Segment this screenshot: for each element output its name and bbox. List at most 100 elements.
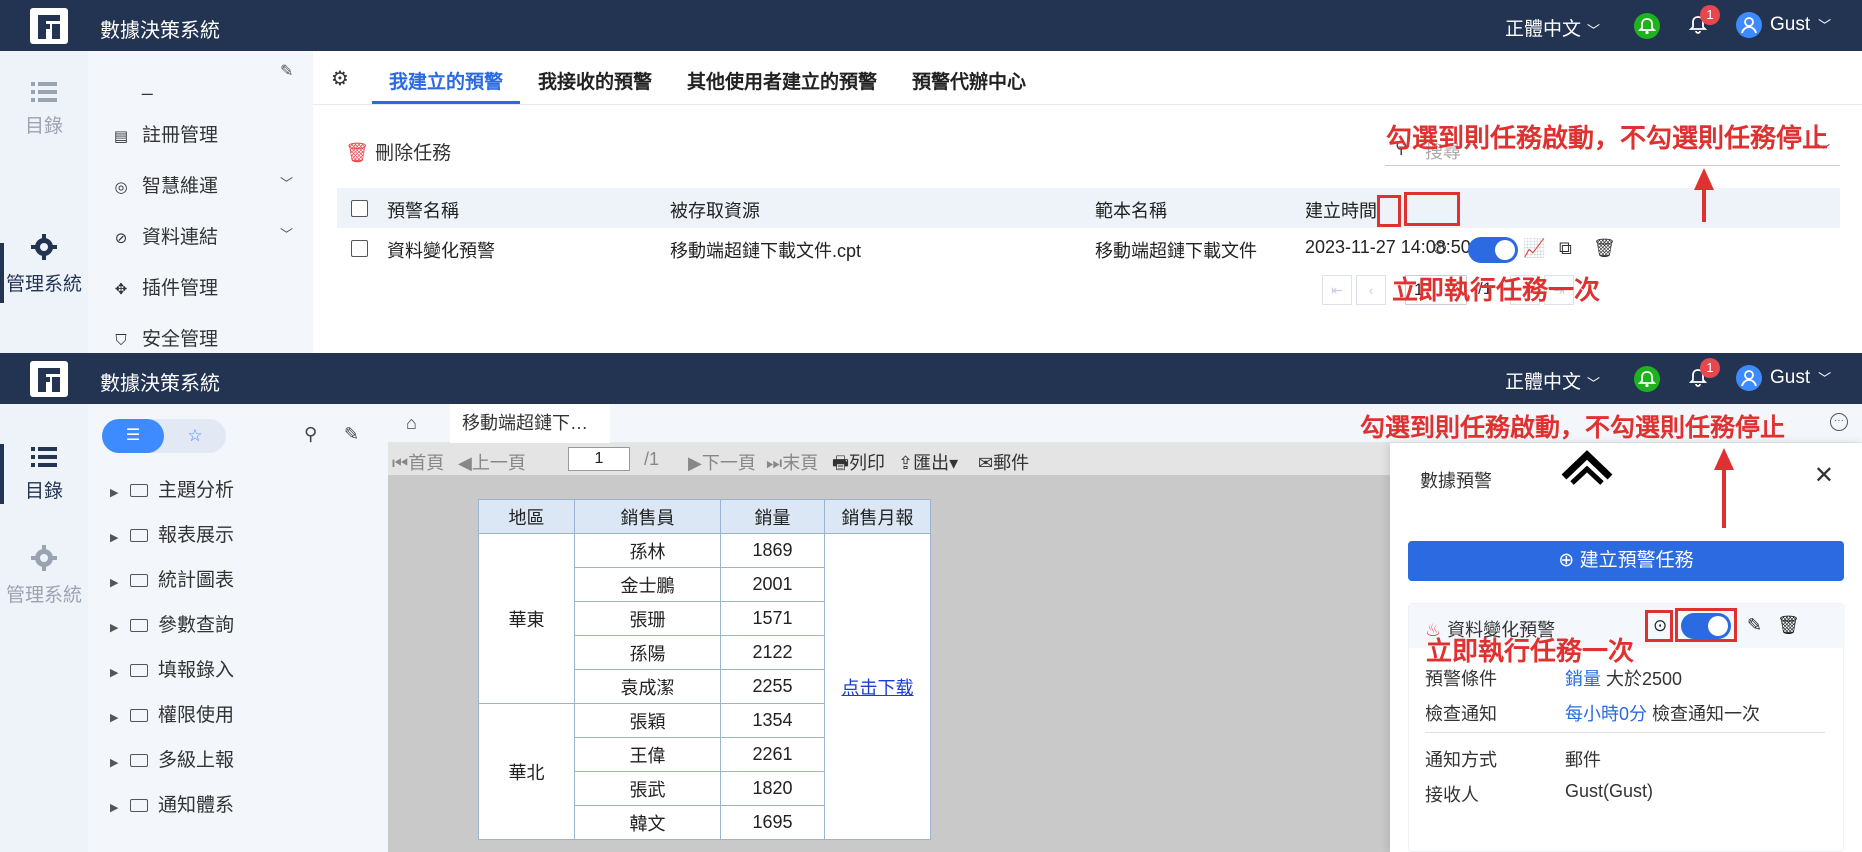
run-once-icon[interactable]: ⏱ <box>1433 238 1447 259</box>
tab-others-created[interactable]: 其他使用者建立的預警 <box>687 67 877 94</box>
select-all-checkbox[interactable] <box>351 200 368 217</box>
delete-task-button[interactable]: 🗑 刪除任務 <box>345 138 451 165</box>
tab-document[interactable]: 移動端超鏈下… <box>450 404 610 443</box>
menu-item-data-link[interactable]: ⊘ 資料連結 ﹀ <box>110 222 293 249</box>
annotation-toggle: 勾選到則任務啟動，不勾選則任務停止 <box>1386 123 1829 153</box>
tree-folder-label: 主題分析 <box>158 480 235 501</box>
highlight-toggle-box <box>1675 608 1737 642</box>
rail-item-catalog[interactable]: 目錄 <box>0 81 88 138</box>
tree-folder-label: 填報錄入 <box>158 660 235 681</box>
tree-folder[interactable]: ▶ 參數查詢 <box>110 610 234 637</box>
highlight-toggle-box <box>1404 192 1460 226</box>
report-header-row: 地區 銷售員 銷量 銷售月報 <box>478 499 931 534</box>
avatar[interactable] <box>1736 365 1762 391</box>
shield-icon: ⛉ <box>115 332 127 349</box>
status-bell-icon[interactable] <box>1634 366 1660 392</box>
alert-name[interactable]: 資料變化預警 <box>387 237 495 263</box>
annotation-arrow-line <box>1702 188 1706 222</box>
download-link[interactable]: 点击下载 <box>842 678 914 698</box>
status-bell-icon[interactable] <box>1634 13 1660 39</box>
language-selector[interactable]: 正體中文 ﹀ <box>1505 367 1600 394</box>
sales-cell: 1820 <box>720 771 825 806</box>
pin-icon[interactable]: ✎ <box>344 424 359 445</box>
first-page-button[interactable]: ⏮首頁 <box>392 449 444 475</box>
menu-item-plugin[interactable]: ✥ 插件管理 <box>110 273 218 300</box>
menu-item-smart-ops[interactable]: ◎ 智慧維運 ﹀ <box>110 171 293 198</box>
settings-gear-icon[interactable]: ⚙ <box>331 66 349 91</box>
last-page-button[interactable]: ⏭末頁 <box>766 449 818 475</box>
folder-icon <box>130 664 148 677</box>
close-icon[interactable]: ✕ <box>1814 461 1834 490</box>
first-page-button[interactable]: ⇤ <box>1322 275 1352 305</box>
rail-item-admin[interactable]: 管理系統 <box>0 233 88 296</box>
notification-badge: 1 <box>1700 358 1720 378</box>
avatar[interactable] <box>1736 12 1762 38</box>
copy-icon[interactable]: ⧉ <box>1559 238 1572 259</box>
gear-icon <box>31 234 57 260</box>
left-rail: 目錄 管理系統 <box>0 51 88 353</box>
tree-folder[interactable]: ▶ 主題分析 <box>110 475 234 502</box>
page-total: /1 <box>644 449 660 469</box>
task-enable-toggle[interactable] <box>1468 237 1518 263</box>
tab-my-received[interactable]: 我接收的預警 <box>538 67 652 94</box>
menu-item-security[interactable]: ⛉ 安全管理 <box>110 324 218 351</box>
search-icon[interactable]: ⚲ <box>304 424 317 445</box>
notification-badge: 1 <box>1700 5 1720 25</box>
tab-todo-center[interactable]: 預警代辦中心 <box>912 67 1026 94</box>
create-alert-task-button[interactable]: ⊕ 建立預警任務 <box>1408 541 1844 581</box>
alert-panel-title: 數據預警 <box>1420 471 1492 491</box>
tree-folder-label: 統計圖表 <box>158 570 235 591</box>
region-cell: 華北 <box>478 703 575 840</box>
next-page-button[interactable]: ▶下一頁 <box>688 449 756 475</box>
rail-item-catalog[interactable]: 目錄 <box>0 446 88 503</box>
tab-my-created[interactable]: 我建立的預警 <box>389 67 503 94</box>
print-button[interactable]: 🖶列印 <box>832 449 885 481</box>
page-input[interactable]: 1 <box>568 447 630 471</box>
language-label: 正體中文 <box>1505 372 1582 393</box>
tree-folder[interactable]: ▶ 多級上報 <box>110 745 234 772</box>
home-icon[interactable]: ⌂ <box>406 413 417 434</box>
mail-button[interactable]: ✉郵件 <box>978 449 1029 475</box>
annotation-run: 立即執行任務一次 <box>1426 636 1635 666</box>
trash-icon[interactable]: 🗑 <box>1777 615 1800 636</box>
top-bar: 數據決策系統 正體中文 ﹀ 1 Gust ﹀ <box>0 0 1862 51</box>
menu-item-register[interactable]: ▤ 註冊管理 <box>110 120 218 147</box>
folder-icon <box>130 709 148 722</box>
expand-triangle-icon: ▶ <box>110 487 119 499</box>
row-checkbox[interactable] <box>351 240 368 257</box>
salesperson-cell: 張珊 <box>574 601 721 636</box>
sales-cell: 1869 <box>720 533 825 568</box>
more-options-icon[interactable]: ··· <box>1830 413 1848 431</box>
user-name: Gust <box>1770 14 1811 35</box>
list-view-icon[interactable]: ☰ <box>102 419 164 453</box>
annotation-arrow-line <box>1722 468 1726 528</box>
view-switch[interactable]: ☰ ☆ <box>102 419 226 453</box>
edit-icon[interactable]: ✎ <box>1747 615 1762 636</box>
check-value: 每小時0分 檢查通知一次 <box>1565 700 1760 726</box>
pin-icon[interactable]: ✎ <box>280 61 293 81</box>
tree-folder[interactable]: ▶ 統計圖表 <box>110 565 234 592</box>
table-row: 資料變化預警 移動端超鏈下載文件.cpt 移動端超鏈下載文件 2023-11-2… <box>337 228 1840 272</box>
salesperson-cell: 王偉 <box>574 737 721 772</box>
export-button[interactable]: ⇪匯出▾ <box>898 449 958 475</box>
language-selector[interactable]: 正體中文 ﹀ <box>1505 14 1600 41</box>
menu-item-collapsed[interactable]: _ <box>110 75 153 97</box>
collapse-up-icon[interactable] <box>1560 443 1614 495</box>
tree-folder[interactable]: ▶ 報表展示 <box>110 520 234 547</box>
column-header: 範本名稱 <box>1095 201 1167 221</box>
user-menu[interactable]: Gust ﹀ <box>1770 14 1831 36</box>
trash-icon[interactable]: 🗑 <box>1593 238 1616 259</box>
prev-page-button[interactable]: ‹ <box>1356 275 1386 305</box>
prev-page-button[interactable]: ◀上一頁 <box>458 449 526 475</box>
rail-item-admin[interactable]: 管理系統 <box>0 544 88 607</box>
favorite-star-icon[interactable]: ☆ <box>164 419 226 453</box>
gear-icon <box>31 545 57 571</box>
user-menu[interactable]: Gust ﹀ <box>1770 367 1831 389</box>
tree-folder[interactable]: ▶ 通知體系 <box>110 790 234 817</box>
app-title: 數據決策系統 <box>100 20 220 42</box>
tree-folder[interactable]: ▶ 權限使用 <box>110 700 234 727</box>
salesperson-cell: 孫陽 <box>574 635 721 670</box>
tree-folder[interactable]: ▶ 填報錄入 <box>110 655 234 682</box>
link-icon: ⊘ <box>114 230 128 247</box>
chart-history-icon[interactable]: 📈 <box>1523 238 1545 259</box>
